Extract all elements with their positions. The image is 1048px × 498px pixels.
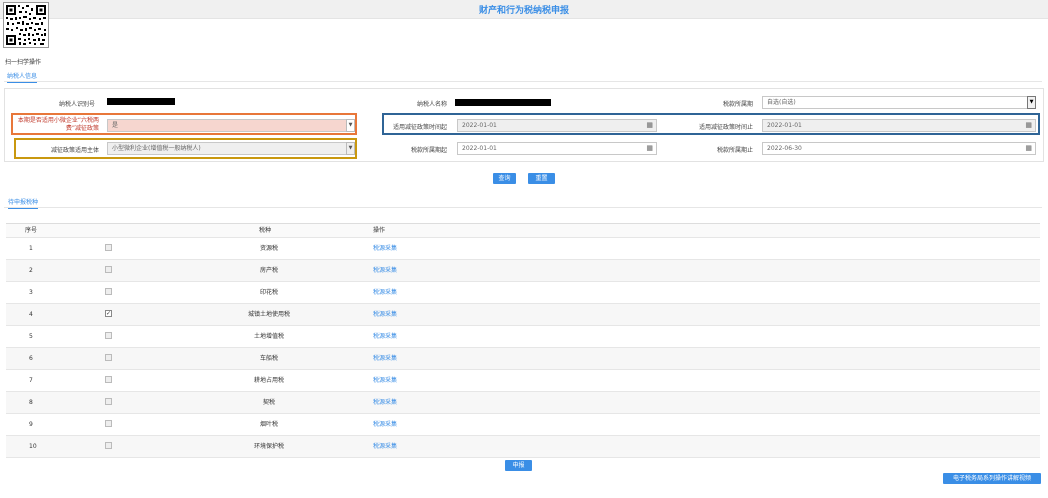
table-row: 4 ✓ 城镇土地使用税 税源采集 — [6, 304, 1040, 326]
row-action-link[interactable]: 税源采集 — [373, 370, 397, 391]
row-no: 4 — [29, 311, 33, 318]
row-no: 5 — [29, 333, 33, 340]
highlight-reduction-period — [382, 113, 1040, 135]
tab-divider — [4, 81, 1042, 82]
row-no: 1 — [29, 245, 33, 252]
period-end-field[interactable]: 2022-06-30 ▦ — [762, 142, 1036, 155]
row-checkbox[interactable] — [105, 398, 112, 405]
row-tax-name: 房产税 — [259, 267, 279, 274]
row-no: 2 — [29, 267, 33, 274]
declare-button[interactable]: 申报 — [505, 460, 532, 471]
row-no: 7 — [29, 377, 33, 384]
period-end-value: 2022-06-30 — [767, 145, 802, 152]
row-checkbox[interactable] — [105, 266, 112, 273]
highlight-small-micro — [11, 113, 357, 135]
row-tax-name: 环境保护税 — [253, 443, 285, 450]
row-tax-name: 耕地占用税 — [253, 377, 285, 384]
row-action-link[interactable]: 税源采集 — [373, 414, 397, 435]
tax-table: 序号 税种 操作 1 资源税 税源采集 2 房产税 税源采集 3 印花税 税源采集 4 ✓ 城镇土地使… — [6, 223, 1040, 458]
row-no: 9 — [29, 421, 33, 428]
row-checkbox[interactable] — [105, 376, 112, 383]
chevron-down-icon[interactable]: ▼ — [1027, 96, 1036, 109]
row-tax-name: 印花税 — [259, 289, 279, 296]
row-no: 8 — [29, 399, 33, 406]
tax-period-value: 自选(自选) — [767, 99, 796, 106]
row-action-link[interactable]: 税源采集 — [373, 282, 397, 303]
row-tax-name: 城镇土地使用税 — [247, 311, 291, 318]
table-row: 8 契税 税源采集 — [6, 392, 1040, 414]
row-checkbox[interactable] — [105, 288, 112, 295]
calendar-icon[interactable]: ▦ — [646, 143, 653, 154]
table-row: 7 耕地占用税 税源采集 — [6, 370, 1040, 392]
taxpayer-name-label: 纳税人名称 — [416, 101, 447, 108]
row-tax-name: 资源税 — [259, 245, 279, 252]
calendar-icon[interactable]: ▦ — [1025, 143, 1032, 154]
table-header: 序号 税种 操作 — [6, 224, 1040, 238]
tax-period-label: 税款所属期 — [722, 101, 753, 108]
taxpayer-id-value — [107, 98, 175, 105]
top-bar: 财产和行为税纳税申报 — [0, 0, 1048, 19]
period-start-label: 税款所属期起 — [410, 147, 447, 154]
row-checkbox[interactable] — [105, 442, 112, 449]
period-start-field[interactable]: 2022-01-01 ▦ — [457, 142, 657, 155]
taxpayer-name-value — [455, 99, 551, 106]
header-tax: 税种 — [259, 227, 272, 234]
qr-code — [3, 2, 49, 48]
row-action-link[interactable]: 税源采集 — [373, 348, 397, 369]
table-row: 6 车船税 税源采集 — [6, 348, 1040, 370]
row-action-link[interactable]: 税源采集 — [373, 238, 397, 259]
table-row: 5 土地增值税 税源采集 — [6, 326, 1040, 348]
period-start-value: 2022-01-01 — [462, 145, 497, 152]
table-row: 9 烟叶税 税源采集 — [6, 414, 1040, 436]
row-action-link[interactable]: 税源采集 — [373, 304, 397, 325]
row-no: 6 — [29, 355, 33, 362]
row-action-link[interactable]: 税源采集 — [373, 326, 397, 347]
header-no: 序号 — [25, 227, 38, 234]
row-action-link[interactable]: 税源采集 — [373, 392, 397, 413]
query-button[interactable]: 查询 — [493, 173, 516, 184]
row-checkbox[interactable] — [105, 420, 112, 427]
highlight-reduction-subject — [14, 138, 357, 159]
page-title: 财产和行为税纳税申报 — [478, 6, 569, 16]
reset-button[interactable]: 重置 — [528, 173, 555, 184]
row-no: 10 — [29, 443, 37, 450]
tab-divider — [4, 207, 1042, 208]
row-checkbox[interactable] — [105, 354, 112, 361]
table-row: 2 房产税 税源采集 — [6, 260, 1040, 282]
row-action-link[interactable]: 税源采集 — [373, 260, 397, 281]
qr-code-icon — [4, 3, 48, 47]
table-row: 1 资源税 税源采集 — [6, 238, 1040, 260]
row-checkbox-checked[interactable]: ✓ — [105, 310, 112, 317]
row-checkbox[interactable] — [105, 332, 112, 339]
row-checkbox[interactable] — [105, 244, 112, 251]
header-action: 操作 — [373, 227, 386, 234]
qr-caption: 扫一扫学操作 — [5, 59, 42, 66]
table-row: 10 环境保护税 税源采集 — [6, 436, 1040, 458]
period-end-label: 税款所属期止 — [716, 147, 753, 154]
row-tax-name: 土地增值税 — [253, 333, 285, 340]
video-tutorial-button[interactable]: 电子税务局系列操作讲解视频 — [943, 473, 1041, 484]
row-action-link[interactable]: 税源采集 — [373, 436, 397, 457]
row-no: 3 — [29, 289, 33, 296]
tax-period-select[interactable]: 自选(自选) ▼ — [762, 96, 1036, 109]
row-tax-name: 契税 — [262, 399, 276, 406]
row-tax-name: 烟叶税 — [259, 421, 279, 428]
table-row: 3 印花税 税源采集 — [6, 282, 1040, 304]
row-tax-name: 车船税 — [259, 355, 279, 362]
taxpayer-id-label: 纳税人识别号 — [58, 101, 95, 108]
